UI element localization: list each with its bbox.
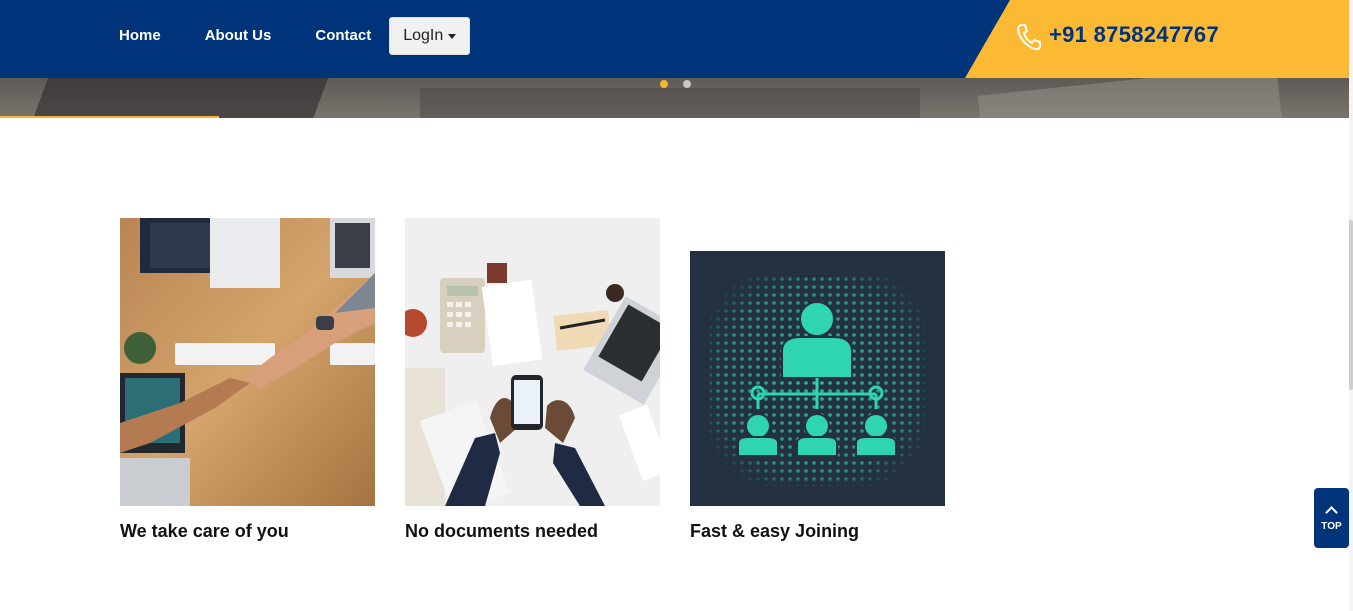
page: Home About Us Contact LogIn +91 87582477…: [0, 0, 1353, 611]
carousel-dot-2[interactable]: [683, 80, 691, 88]
feature-title-documents: No documents needed: [405, 521, 599, 541]
feature-title-joining: Fast & easy Joining: [690, 521, 860, 541]
nav-about-link[interactable]: About Us: [205, 19, 272, 53]
phone-icon: [1017, 24, 1041, 51]
feature-title-care: We take care of you: [120, 521, 289, 541]
desk-phone-image: [399, 218, 687, 514]
phone-number[interactable]: +91 8758247767: [1049, 22, 1219, 48]
feature-card-documents: [399, 218, 687, 514]
back-to-top-label: TOP: [1321, 521, 1342, 532]
carousel-dot-1[interactable]: [660, 80, 668, 88]
feature-card-care: [120, 218, 375, 511]
scrollbar-thumb[interactable]: [1349, 220, 1353, 390]
nav-home-link[interactable]: Home: [119, 19, 161, 53]
network-hierarchy-image: [690, 251, 945, 506]
login-dropdown-button[interactable]: LogIn: [389, 17, 471, 55]
chevron-up-icon: [1325, 506, 1338, 519]
carousel-indicators: [660, 80, 691, 88]
nav-contact-link[interactable]: Contact: [315, 19, 371, 53]
handshake-image: [120, 218, 375, 506]
carousel-progress-bar: [0, 116, 219, 118]
caret-down-icon: [448, 33, 457, 39]
feature-card-joining: [690, 251, 945, 511]
back-to-top-button[interactable]: TOP: [1314, 488, 1349, 548]
page-scrollbar[interactable]: [1349, 0, 1353, 611]
login-label: LogIn: [403, 27, 444, 44]
nav-links: Home About Us Contact LogIn: [119, 17, 471, 55]
